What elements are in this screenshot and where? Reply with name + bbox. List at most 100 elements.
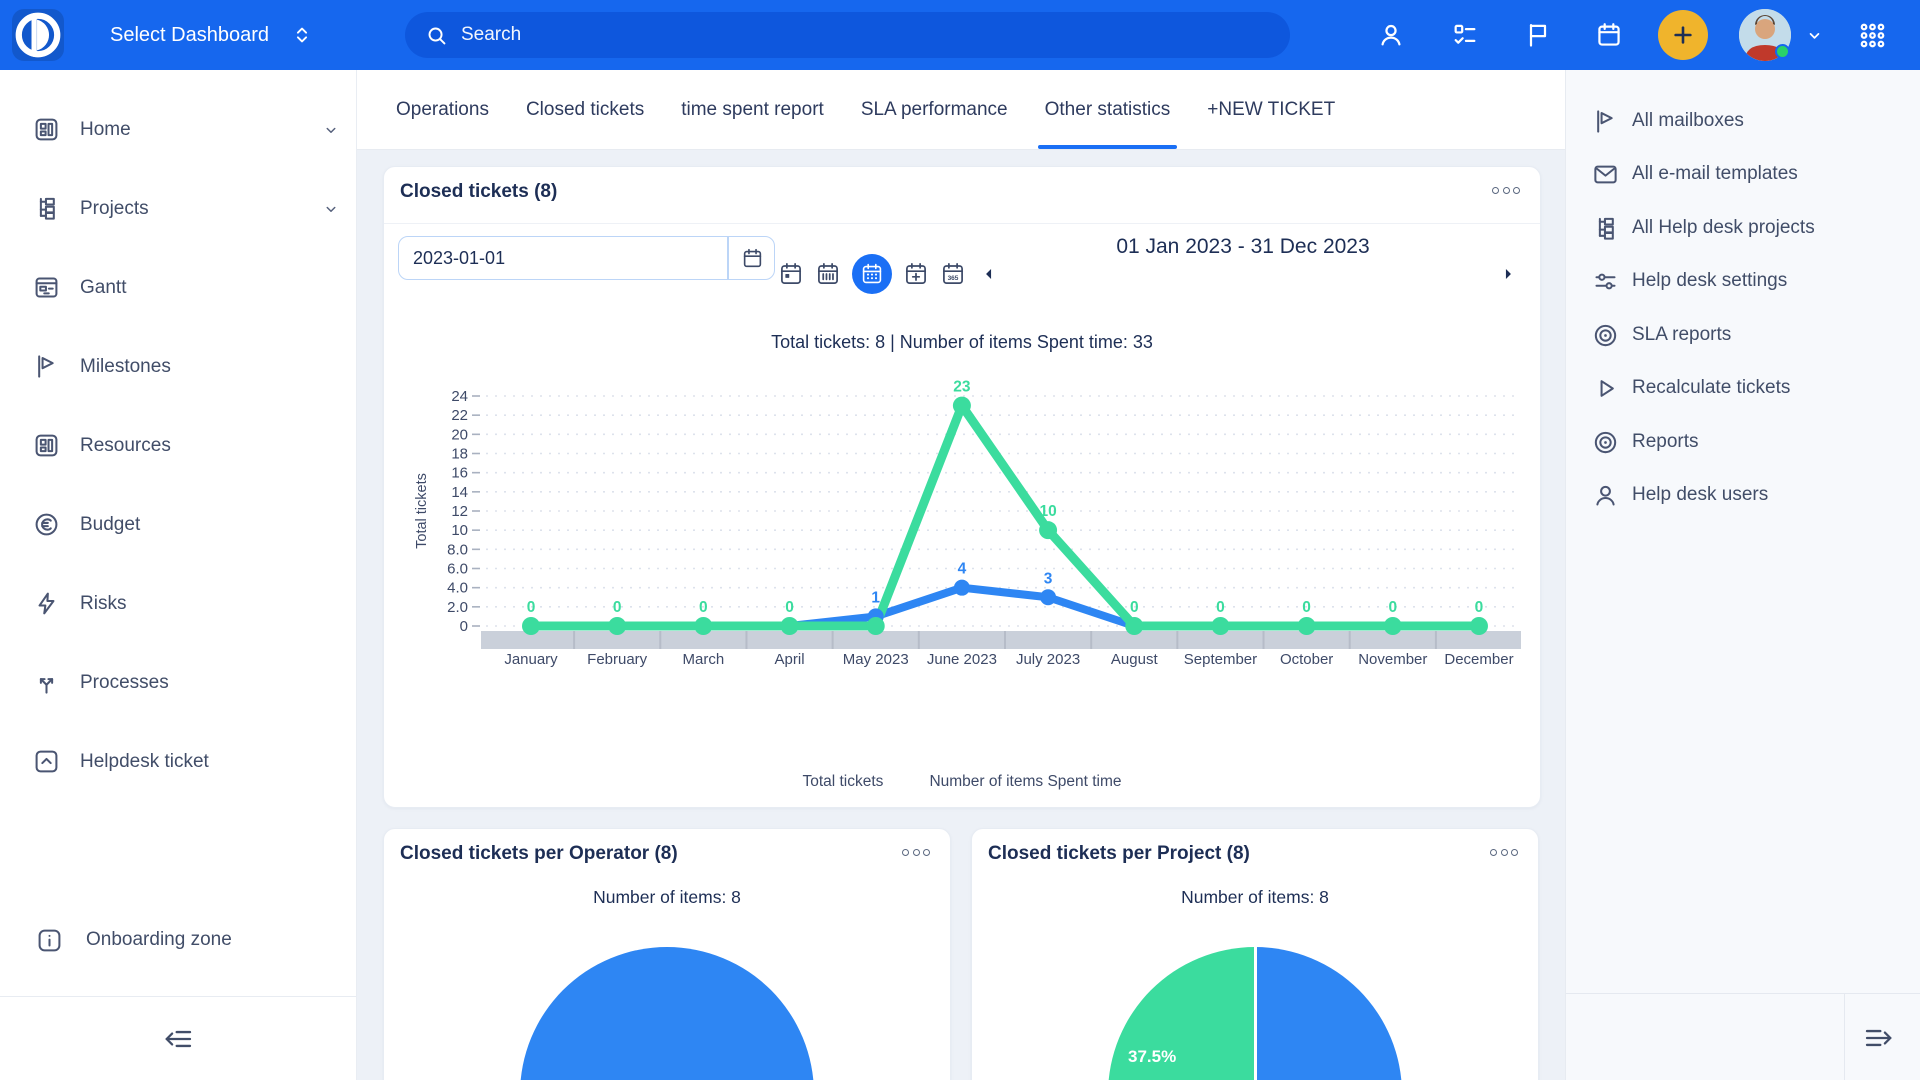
tab-operations[interactable]: Operations [396, 70, 489, 149]
menu-item-sla-reports[interactable]: SLA reports [1566, 308, 1920, 362]
card-menu-button[interactable] [1490, 849, 1518, 856]
svg-text:3: 3 [1044, 570, 1053, 587]
dashboard-icon [33, 116, 60, 143]
avatar-menu-chevron[interactable] [1805, 26, 1824, 45]
view-option-quarter[interactable] [903, 261, 929, 287]
card-menu-button[interactable] [1492, 187, 1520, 194]
collapse-left-icon [162, 1023, 194, 1055]
sidebar-item-budget[interactable]: Budget [0, 485, 356, 564]
triangle-left-icon [982, 263, 997, 285]
sidebar-item-home[interactable]: Home [0, 90, 356, 169]
target-icon [1592, 322, 1618, 348]
date-picker-button[interactable] [729, 237, 776, 279]
sidebar-item-risks[interactable]: Risks [0, 564, 356, 643]
next-period-button[interactable] [1500, 263, 1515, 285]
tab-new-ticket[interactable]: +NEW TICKET [1207, 70, 1335, 149]
card-title: Closed tickets per Operator (8) [400, 843, 678, 865]
svg-text:22: 22 [451, 407, 468, 424]
sidebar-item-label: Home [80, 119, 131, 141]
view-option-week[interactable] [815, 261, 841, 287]
svg-text:0: 0 [1475, 599, 1484, 616]
sidebar-item-milestones[interactable]: Milestones [0, 327, 356, 406]
svg-text:8.0: 8.0 [447, 541, 468, 558]
sidebar-item-label: Risks [80, 593, 126, 615]
svg-text:August: August [1111, 651, 1159, 668]
svg-text:July 2023: July 2023 [1016, 651, 1080, 668]
svg-text:October: October [1280, 651, 1333, 668]
user-profile-button[interactable] [1377, 21, 1405, 49]
search-input[interactable] [461, 24, 1201, 46]
svg-text:November: November [1358, 651, 1427, 668]
menu-item-label: All mailboxes [1632, 110, 1744, 132]
tasks-button[interactable] [1451, 21, 1479, 49]
sidebar-item-onboarding-zone[interactable]: Onboarding zone [0, 915, 356, 965]
chevron-down-icon[interactable] [322, 200, 340, 218]
lightning-icon [33, 590, 60, 617]
previous-period-button[interactable] [982, 263, 997, 285]
sidebar-item-helpdesk-ticket[interactable]: Helpdesk ticket [0, 722, 356, 801]
split-arrows-icon [33, 669, 60, 696]
svg-text:0: 0 [699, 599, 708, 616]
menu-item-all-e-mail-templates[interactable]: All e-mail templates [1566, 148, 1920, 202]
tab-closed-tickets[interactable]: Closed tickets [526, 70, 644, 149]
svg-text:May 2023: May 2023 [843, 651, 909, 668]
legend-total-tickets[interactable]: Total tickets [802, 773, 883, 791]
sidebar-item-processes[interactable]: Processes [0, 643, 356, 722]
expand-right-icon [1863, 1022, 1895, 1054]
milestone-flag-icon [33, 353, 60, 380]
menu-item-help-desk-users[interactable]: Help desk users [1566, 469, 1920, 523]
sliders-icon [1592, 268, 1618, 294]
svg-text:0: 0 [1302, 599, 1311, 616]
chevron-down-icon[interactable] [322, 121, 340, 139]
report-date-input[interactable] [399, 248, 699, 269]
svg-text:18: 18 [451, 446, 468, 463]
chart-legend: Total tickets Number of items Spent time [384, 773, 1540, 791]
view-option-year[interactable]: 365 [940, 261, 966, 287]
projects-tree-icon [33, 195, 60, 222]
collapse-panel-button[interactable] [1863, 1022, 1895, 1054]
legend-spent-time[interactable]: Number of items Spent time [929, 773, 1121, 791]
menu-item-label: Reports [1632, 431, 1699, 453]
sidebar-item-label: Milestones [80, 356, 171, 378]
svg-text:10: 10 [1039, 503, 1056, 520]
tab-sla-performance[interactable]: SLA performance [861, 70, 1008, 149]
view-option-day[interactable] [778, 261, 804, 287]
calendar-icon [1595, 21, 1623, 49]
sidebar-item-projects[interactable]: Projects [0, 169, 356, 248]
user-icon [1592, 482, 1618, 508]
checklist-icon [1451, 21, 1479, 49]
search-icon [425, 24, 448, 47]
sidebar-item-resources[interactable]: Resources [0, 406, 356, 485]
card-subtitle: Number of items: 8 [972, 887, 1538, 908]
calendar-icon [741, 247, 764, 270]
menu-item-help-desk-settings[interactable]: Help desk settings [1566, 255, 1920, 309]
quick-add-button[interactable] [1658, 10, 1708, 60]
global-search[interactable] [405, 12, 1290, 58]
tab-time-spent-report[interactable]: time spent report [681, 70, 824, 149]
svg-text:February: February [587, 651, 648, 668]
dashboard-selector[interactable]: Select Dashboard [110, 0, 313, 70]
app-logo[interactable] [12, 9, 64, 61]
euro-icon [33, 511, 60, 538]
svg-text:0: 0 [785, 599, 794, 616]
chevron-down-icon [1805, 26, 1824, 45]
cal-month-icon [860, 262, 884, 286]
apps-grid-button[interactable] [1858, 21, 1887, 50]
milestones-button[interactable] [1524, 21, 1552, 49]
card-menu-button[interactable] [902, 849, 930, 856]
menu-item-all-mailboxes[interactable]: All mailboxes [1566, 94, 1920, 148]
calendar-button[interactable] [1595, 21, 1623, 49]
dashboard-selector-label: Select Dashboard [110, 24, 269, 47]
tab-other-statistics[interactable]: Other statistics [1045, 70, 1171, 149]
pie-slice-divider [1254, 947, 1257, 1080]
collapse-sidebar-button[interactable] [162, 1023, 194, 1055]
sidebar-item-gantt[interactable]: Gantt [0, 248, 356, 327]
menu-item-recalculate-tickets[interactable]: Recalculate tickets [1566, 362, 1920, 416]
view-option-month[interactable] [852, 254, 892, 294]
menu-item-reports[interactable]: Reports [1566, 415, 1920, 469]
helpdesk-menu-panel: All mailboxes All e-mail templatesAll Hel… [1565, 70, 1920, 1080]
easy-project-logo-icon [13, 10, 63, 60]
menu-item-all-help-desk-projects[interactable]: All Help desk projects [1566, 201, 1920, 255]
helpdesk-tabstrip: Operations Closed tickets time spent repor… [357, 70, 1565, 150]
panel-footer-vertical-divider [1844, 993, 1845, 1080]
